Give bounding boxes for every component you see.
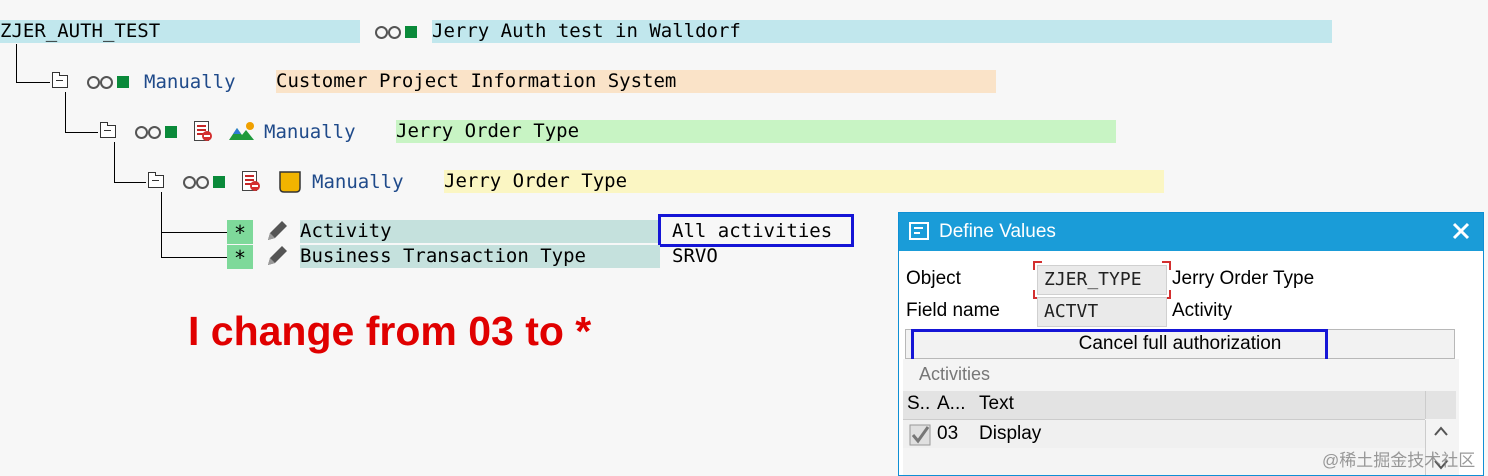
column-header-activity[interactable]: A... [937, 393, 966, 415]
tree-line [65, 132, 98, 133]
tree-line [114, 142, 115, 182]
tree-line [114, 182, 146, 183]
tree-line [161, 232, 227, 233]
tree-line [161, 192, 162, 257]
column-header-text[interactable]: Text [979, 393, 1014, 415]
field-name-field[interactable]: ACTVT [1037, 297, 1167, 327]
activity-text: Display [979, 423, 1042, 444]
pencil-icon[interactable] [264, 244, 290, 268]
tree-line [16, 82, 50, 83]
delete-document-icon[interactable] [242, 171, 260, 191]
root-node-description: Jerry Auth test in Walldorf [432, 20, 1332, 43]
tree-line [16, 44, 17, 82]
field-name-text: Activity [1172, 300, 1233, 321]
tree-line [65, 92, 66, 132]
field-name-activity: Activity [300, 220, 660, 243]
full-authorization-marker: * [227, 245, 253, 270]
close-icon[interactable] [1451, 221, 1471, 241]
status-lights-icon [375, 25, 419, 39]
activity-code: 03 [937, 423, 959, 444]
mountain-icon[interactable] [228, 121, 256, 141]
auth-object-icon[interactable] [277, 170, 303, 194]
table-header-corner [1425, 391, 1456, 419]
define-values-dialog: Define Values Object ZJER_TYPE Jerry Ord… [898, 212, 1484, 476]
chevron-up-icon[interactable] [1434, 426, 1448, 436]
field-name-business-transaction-type: Business Transaction Type [300, 245, 660, 268]
maintenance-status: Manually [264, 121, 356, 143]
table-header: S.. A... Text [903, 391, 1425, 420]
node-description: Jerry Order Type [444, 170, 1164, 193]
dialog-icon [909, 222, 929, 240]
object-text: Jerry Order Type [1172, 268, 1315, 289]
folder-icon[interactable] [100, 122, 116, 138]
delete-document-icon[interactable] [194, 121, 212, 141]
status-lights-icon [183, 175, 227, 189]
column-header-selected[interactable]: S.. [907, 393, 930, 415]
table-row[interactable]: 03 Display [903, 420, 1425, 448]
maintenance-status: Manually [312, 171, 404, 193]
screen: { "tree": { "root": {"name": "ZJER_AUTH_… [0, 0, 1488, 476]
highlight-box [658, 214, 854, 247]
object-label: Object [906, 268, 961, 289]
folder-icon[interactable] [52, 72, 68, 88]
field-name-label: Field name [906, 300, 1000, 321]
node-description: Jerry Order Type [396, 120, 1116, 143]
dialog-title: Define Values [939, 221, 1056, 242]
tree-line [161, 257, 227, 258]
dialog-title-bar: Define Values [899, 213, 1483, 251]
pencil-icon[interactable] [264, 219, 290, 243]
activities-group-title: Activities [919, 364, 991, 384]
status-lights-icon [87, 75, 131, 89]
required-field-marker [1033, 261, 1171, 299]
annotation-text: I change from 03 to * [188, 308, 592, 354]
folder-icon[interactable] [148, 172, 164, 188]
full-authorization-marker: * [227, 220, 253, 245]
status-lights-icon [135, 125, 179, 139]
root-node-name[interactable]: ZJER_AUTH_TEST [0, 20, 360, 43]
maintenance-status: Manually [144, 71, 236, 93]
field-value-business-transaction-type[interactable]: SRVO [672, 245, 718, 268]
node-description: Customer Project Information System [276, 70, 996, 93]
checkbox-checked-icon[interactable] [909, 424, 931, 446]
watermark: @稀土掘金技术社区 [1322, 451, 1476, 470]
